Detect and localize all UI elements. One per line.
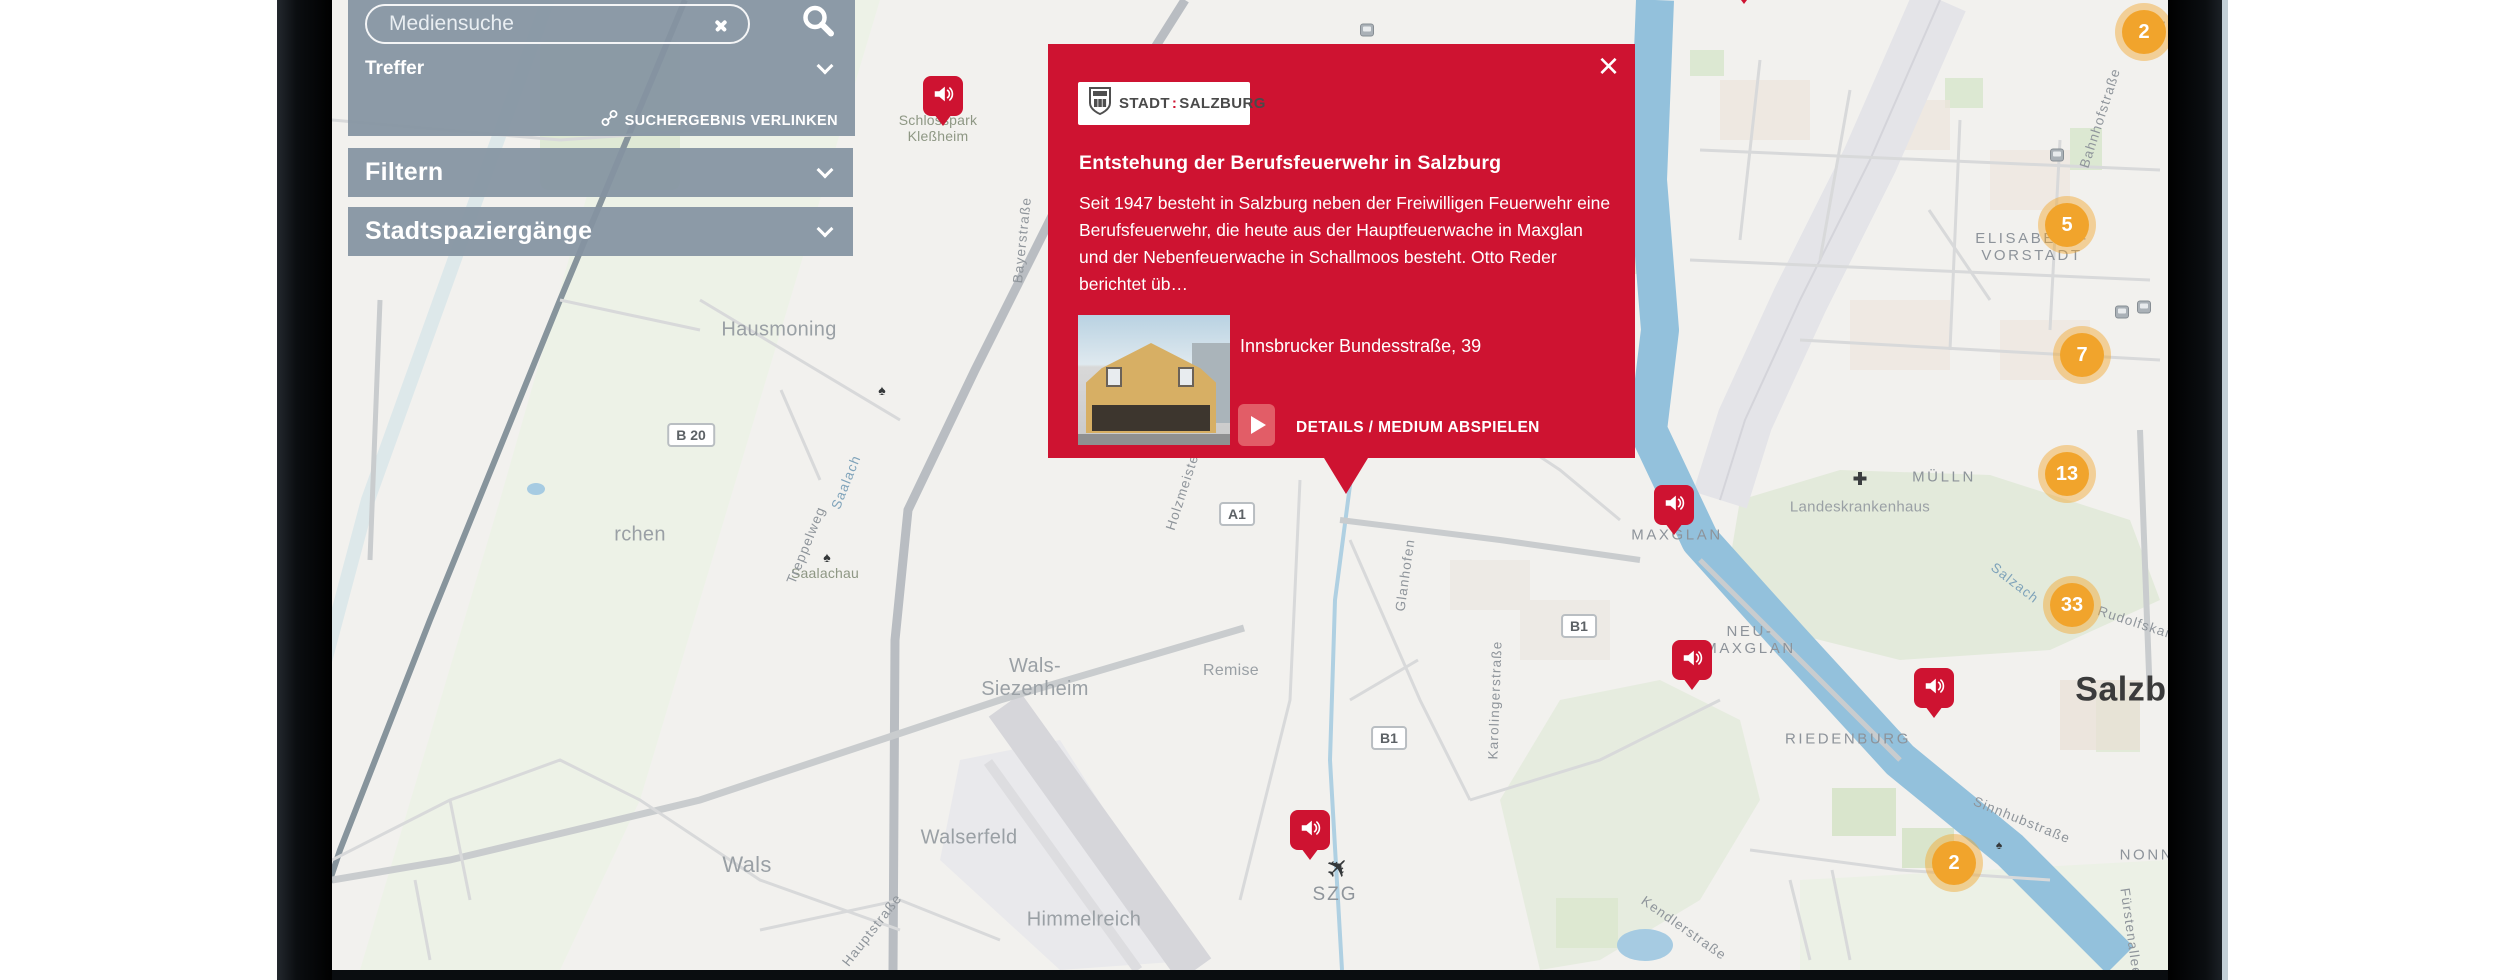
rail-station-icon bbox=[2115, 306, 2129, 319]
speaker-icon bbox=[1923, 675, 1945, 702]
popup-tail bbox=[1324, 458, 1368, 516]
tree-icon: ♠ bbox=[878, 382, 885, 398]
peak-icon: ♠ bbox=[1996, 838, 2002, 852]
cluster-count: 13 bbox=[2045, 452, 2089, 496]
cluster-marker[interactable]: 2 bbox=[2115, 3, 2168, 61]
place-label-himmelreich: Himmelreich bbox=[1027, 909, 1141, 932]
place-label-partial-rchen: rchen bbox=[614, 524, 666, 547]
coat-of-arms-icon bbox=[1088, 86, 1112, 121]
road-badge-b1-west: B1 bbox=[1371, 726, 1407, 750]
close-icon[interactable]: × bbox=[1598, 48, 1619, 84]
rail-station-icon bbox=[1360, 24, 1374, 37]
hospital-cross-icon bbox=[1853, 471, 1868, 491]
brand-salzburg: SALZBURG bbox=[1179, 95, 1266, 112]
place-label-wals-siezenheim: Wals- Siezenheim bbox=[981, 655, 1089, 701]
audio-marker-klessheim[interactable] bbox=[923, 76, 963, 116]
place-label-szg-airport: SZG bbox=[1312, 884, 1357, 906]
speaker-icon bbox=[1299, 817, 1321, 844]
play-button[interactable] bbox=[1238, 404, 1275, 446]
place-label-neu-maxglan: NEU- MAXGLAN bbox=[1704, 623, 1796, 657]
city-walks-section-label: Stadtspaziergänge bbox=[365, 217, 592, 246]
cluster-count: 2 bbox=[2122, 10, 2166, 54]
road-badge-b1-east: B1 bbox=[1561, 614, 1597, 638]
speaker-icon bbox=[932, 83, 954, 110]
place-label-landeskrankenhaus: Landeskrankenhaus bbox=[1790, 499, 1930, 516]
search-field-wrapper bbox=[365, 4, 750, 44]
rail-station-icon bbox=[2050, 149, 2064, 162]
cluster-marker[interactable]: 7 bbox=[2053, 326, 2111, 384]
cluster-marker[interactable]: 13 bbox=[2038, 445, 2096, 503]
search-input[interactable] bbox=[389, 8, 689, 40]
audio-marker-airport[interactable] bbox=[1290, 810, 1330, 850]
search-panel: Treffer SUCHERGEBNIS VERLINKEN bbox=[348, 0, 855, 136]
media-popup: × STADT:SALZBURG Entstehung der Berufsfe… bbox=[1048, 44, 1635, 458]
rail-station-icon bbox=[2137, 301, 2151, 314]
speaker-icon bbox=[1681, 647, 1703, 674]
media-thumbnail[interactable] bbox=[1078, 315, 1230, 445]
place-label-riedenburg: RIEDENBURG bbox=[1785, 731, 1911, 748]
chain-link-icon bbox=[601, 110, 618, 131]
filters-section-bar[interactable]: Filtern bbox=[348, 148, 853, 197]
brand-stadt: STADT bbox=[1119, 95, 1170, 112]
tablet-bottom-bezel bbox=[332, 970, 2168, 980]
cluster-marker[interactable]: 33 bbox=[2043, 576, 2101, 634]
results-section-header: Treffer bbox=[365, 58, 424, 80]
chevron-down-icon bbox=[817, 162, 834, 179]
place-label-salzburg: Salzburg bbox=[2075, 671, 2168, 710]
place-label-muelln: MÜLLN bbox=[1912, 469, 1976, 486]
details-play-medium-button[interactable]: DETAILS / MEDIUM ABSPIELEN bbox=[1296, 419, 1540, 437]
place-label-remise: Remise bbox=[1203, 662, 1259, 680]
road-badge-b20: B 20 bbox=[667, 423, 715, 447]
cluster-marker[interactable]: 2 bbox=[1925, 834, 1983, 892]
brand-colon: : bbox=[1170, 95, 1179, 112]
tree-icon: ♠ bbox=[823, 549, 830, 565]
cluster-count: 33 bbox=[2050, 583, 2094, 627]
place-label-walserfeld: Walserfeld bbox=[921, 827, 1018, 850]
link-search-result-label: SUCHERGEBNIS VERLINKEN bbox=[625, 113, 838, 129]
place-label-wals: Wals bbox=[722, 852, 771, 878]
play-icon bbox=[1251, 416, 1266, 434]
chevron-down-icon bbox=[817, 221, 834, 238]
cluster-marker[interactable]: 5 bbox=[2038, 196, 2096, 254]
audio-marker-neu-maxglan[interactable] bbox=[1672, 640, 1712, 680]
filters-section-label: Filtern bbox=[365, 158, 444, 187]
tablet-right-bezel bbox=[2168, 0, 2222, 980]
place-label-hausmoning: Hausmoning bbox=[721, 319, 836, 342]
popup-address: Innsbrucker Bundesstraße, 39 bbox=[1240, 336, 1481, 357]
cluster-count: 7 bbox=[2060, 333, 2104, 377]
place-label-nonntal: NONNTAL bbox=[2120, 847, 2168, 864]
tablet-edge-highlight bbox=[2222, 0, 2228, 980]
audio-marker-riedenburg[interactable] bbox=[1914, 668, 1954, 708]
road-badge-a1-south: A1 bbox=[1219, 502, 1255, 526]
city-walks-section-bar[interactable]: Stadtspaziergänge bbox=[348, 207, 853, 256]
chevron-down-icon[interactable] bbox=[817, 58, 834, 75]
speaker-icon bbox=[1663, 492, 1685, 519]
clear-search-icon[interactable] bbox=[714, 18, 728, 32]
cluster-count: 5 bbox=[2045, 203, 2089, 247]
stadt-salzburg-logo: STADT:SALZBURG bbox=[1078, 82, 1250, 125]
tablet-left-bezel bbox=[277, 0, 332, 980]
link-search-result-button[interactable]: SUCHERGEBNIS VERLINKEN bbox=[601, 110, 838, 131]
search-icon[interactable] bbox=[800, 3, 836, 44]
popup-title: Entstehung der Berufsfeuerwehr in Salzbu… bbox=[1079, 152, 1609, 175]
page-background: Hausmoning Siezenheim Wals- Siezenheim R… bbox=[0, 0, 2500, 980]
popup-description: Seit 1947 besteht in Salzburg neben der … bbox=[1079, 190, 1614, 298]
cluster-count: 2 bbox=[1932, 841, 1976, 885]
audio-marker-maxglan[interactable] bbox=[1654, 485, 1694, 525]
